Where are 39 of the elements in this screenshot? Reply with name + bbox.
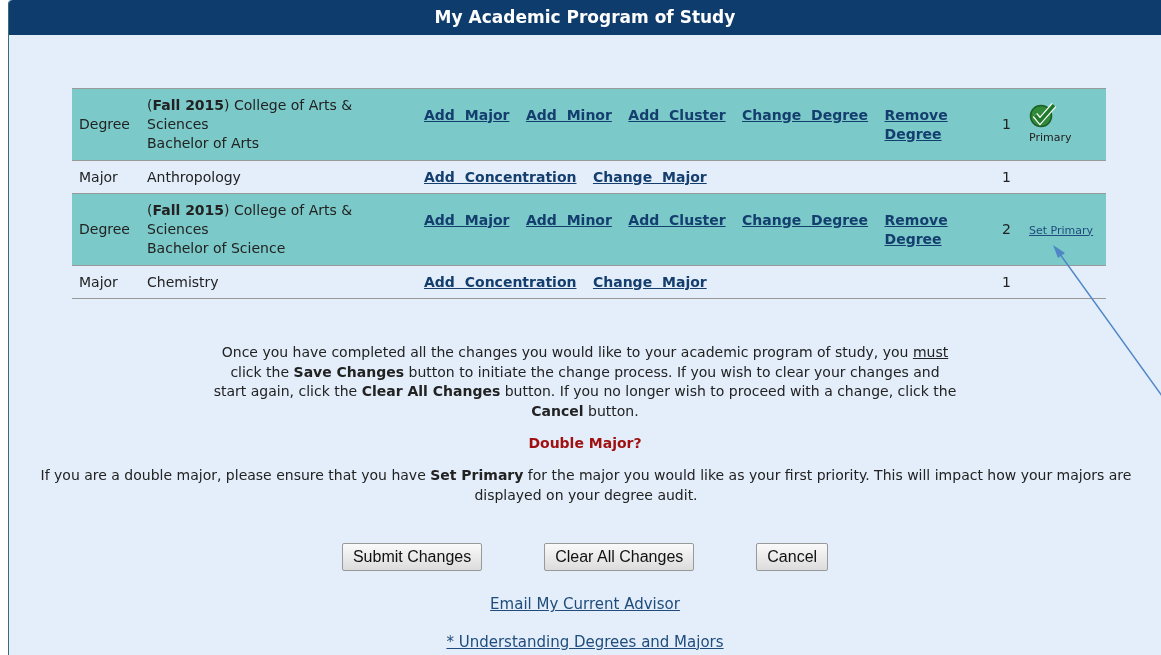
major-name: Anthropology	[147, 167, 242, 187]
major-name: Chemistry	[147, 272, 220, 292]
priority-number: 1	[1002, 273, 1011, 290]
action-link[interactable]: Add Cluster	[628, 211, 726, 228]
action-link[interactable]: Change Major	[592, 168, 707, 185]
panel-title: My Academic Program of Study	[9, 0, 1161, 35]
action-link[interactable]: Add Minor	[525, 106, 612, 123]
action-link[interactable]: Remove Degree	[884, 210, 948, 249]
double-major-text: If you are a double major, please ensure that you have Set Primary for the major you would like as your first priority. This will impact how your majors are displayed on your degree audit.	[39, 466, 1133, 505]
degree-name: Bachelor of Science	[147, 239, 287, 258]
action-link[interactable]: Remove Degree	[884, 105, 948, 144]
double-major-heading: Double Major?	[527, 434, 643, 453]
row-type: Degree	[79, 221, 130, 237]
row-type: Degree	[79, 116, 130, 132]
action-link[interactable]: Add Major	[424, 106, 510, 123]
degree-college: (Fall 2015) College of Arts & Sciences	[147, 96, 354, 134]
action-link[interactable]: Change Degree	[742, 211, 869, 228]
action-link[interactable]: Add Concentration	[424, 273, 577, 290]
action-link[interactable]: Change Major	[592, 273, 707, 290]
action-link[interactable]: Add Concentration	[424, 168, 577, 185]
priority-number: 1	[1002, 168, 1011, 185]
instructions-text: Once you have completed all the changes you would like to your academic program of study, you must click the Save Changes button to initiate the change process. If you wish to clear your changes and start again, click the Clear All Changes button. If you no longer wish to proceed with a change, click the Cancel button.	[212, 343, 958, 421]
action-link[interactable]: Add Cluster	[628, 106, 726, 123]
action-link[interactable]: Add Minor	[525, 211, 612, 228]
form-button[interactable]: Submit Changes	[341, 543, 483, 571]
degree-college: (Fall 2015) College of Arts & Sciences	[147, 201, 354, 239]
primary-label: Primary	[1029, 130, 1073, 146]
degrees-help-link[interactable]: * Understanding Degrees and Majors	[446, 632, 724, 651]
row-type: Major	[79, 168, 118, 185]
action-link[interactable]: Add Major	[424, 211, 510, 228]
action-link[interactable]: Change Degree	[742, 106, 869, 123]
form-button[interactable]: Cancel	[756, 543, 829, 571]
degree-name: Bachelor of Arts	[147, 134, 261, 153]
priority-number: 1	[1002, 116, 1011, 132]
set-primary-link[interactable]: Set Primary	[1029, 223, 1094, 237]
form-button[interactable]: Clear All Changes	[544, 543, 695, 571]
email-advisor-link[interactable]: Email My Current Advisor	[490, 595, 680, 613]
row-type: Major	[79, 273, 118, 290]
priority-number: 2	[1002, 221, 1011, 237]
